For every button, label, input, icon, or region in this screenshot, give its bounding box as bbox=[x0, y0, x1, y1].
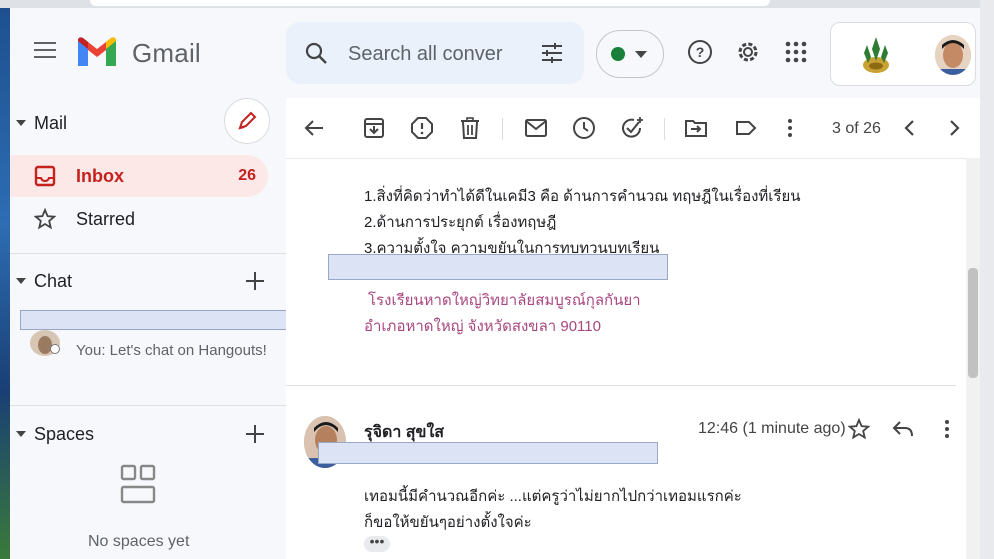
message-scrollbar[interactable] bbox=[966, 158, 980, 559]
mail-section-title: Mail bbox=[34, 113, 68, 133]
message-pager: 3 of 26 bbox=[832, 120, 881, 137]
spaces-collapse-icon[interactable] bbox=[16, 431, 26, 437]
starred-label: Starred bbox=[76, 209, 136, 229]
window-edge bbox=[980, 0, 994, 559]
nav-divider bbox=[10, 405, 286, 406]
report-spam-icon[interactable] bbox=[410, 116, 434, 140]
star-icon[interactable] bbox=[848, 418, 870, 440]
organization-logo-icon bbox=[863, 37, 889, 73]
new-space-plus-icon[interactable] bbox=[246, 425, 264, 443]
svg-text:?: ? bbox=[696, 44, 705, 60]
toolbar-divider bbox=[664, 118, 665, 140]
settings-gear-icon[interactable] bbox=[734, 38, 762, 66]
next-chevron-icon[interactable] bbox=[942, 116, 966, 140]
reply-icon[interactable] bbox=[892, 418, 914, 440]
left-navigation: Mail Inbox 26 Starred Chat You: Let's ch… bbox=[10, 98, 358, 559]
snooze-clock-icon[interactable] bbox=[572, 116, 596, 140]
reply-body-line: เทอมนี้มีคำนวณอีกค่ะ ...แต่ครูว่าไม่ยากไ… bbox=[364, 488, 742, 505]
account-area[interactable] bbox=[830, 22, 976, 86]
compose-button[interactable] bbox=[224, 98, 270, 144]
user-avatar[interactable] bbox=[935, 35, 971, 75]
gmail-header: Gmail ? bbox=[10, 8, 980, 98]
redacted-email bbox=[318, 442, 658, 464]
main-menu-icon[interactable] bbox=[34, 42, 56, 58]
search-input[interactable] bbox=[346, 38, 530, 70]
search-bar[interactable] bbox=[286, 22, 584, 84]
chat-preview-text[interactable]: You: Let's chat on Hangouts! bbox=[76, 342, 267, 359]
message-body-line: 2.ด้านการประยุกต์ เรื่องทฤษฎี bbox=[364, 214, 557, 231]
inbox-unread-count: 26 bbox=[238, 167, 256, 184]
chat-collapse-icon[interactable] bbox=[16, 278, 26, 284]
more-options-vertical-icon[interactable] bbox=[936, 418, 958, 440]
star-icon bbox=[34, 208, 56, 230]
spaces-empty-text: No spaces yet bbox=[88, 533, 190, 550]
spaces-section-title: Spaces bbox=[34, 424, 95, 444]
inbox-label: Inbox bbox=[76, 166, 124, 186]
label-tag-icon[interactable] bbox=[734, 116, 758, 140]
search-options-icon[interactable] bbox=[540, 42, 564, 64]
nav-divider bbox=[10, 253, 286, 254]
new-chat-plus-icon[interactable] bbox=[246, 272, 264, 290]
mail-collapse-icon[interactable] bbox=[16, 120, 26, 126]
spaces-empty-icon bbox=[120, 464, 156, 504]
pencil-icon bbox=[238, 111, 257, 130]
message-toolbar: 3 of 26 bbox=[286, 98, 980, 159]
gmail-logo-icon bbox=[78, 37, 116, 66]
help-icon[interactable]: ? bbox=[686, 38, 714, 66]
reply-body-line: ก็ขอให้ขยันๆอย่างตั้งใจค่ะ bbox=[364, 514, 532, 531]
sidebar-item-starred[interactable]: Starred bbox=[10, 198, 268, 240]
sidebar-item-inbox[interactable]: Inbox 26 bbox=[10, 155, 268, 197]
chevron-down-icon bbox=[635, 51, 647, 58]
previous-chevron-icon[interactable] bbox=[898, 116, 922, 140]
desktop-background bbox=[0, 0, 10, 559]
mark-unread-mail-icon[interactable] bbox=[524, 116, 548, 140]
show-trimmed-content-button[interactable]: ••• bbox=[364, 534, 390, 552]
message-divider bbox=[286, 385, 956, 386]
back-arrow-icon[interactable] bbox=[302, 116, 326, 140]
browser-tab-strip bbox=[0, 0, 994, 8]
delete-trash-icon[interactable] bbox=[458, 116, 482, 140]
message-view: 3 of 26 1.สิ่งที่คิดว่าทำได้ดีในเคมี3 คื… bbox=[286, 98, 980, 559]
search-icon[interactable] bbox=[304, 41, 328, 65]
redacted-text bbox=[328, 254, 668, 280]
signature-line: โรงเรียนหาดใหญ่วิทยาลัยสมบูรณ์กุลกันยา bbox=[368, 292, 641, 309]
more-options-vertical-icon[interactable] bbox=[778, 116, 802, 140]
google-apps-icon[interactable] bbox=[782, 38, 810, 66]
move-to-folder-icon[interactable] bbox=[684, 116, 708, 140]
toolbar-divider bbox=[502, 118, 503, 140]
status-selector[interactable] bbox=[596, 30, 664, 78]
chat-section-title: Chat bbox=[34, 271, 73, 291]
inbox-icon bbox=[34, 165, 56, 187]
offline-status-icon bbox=[50, 344, 60, 354]
message-body-line: 1.สิ่งที่คิดว่าทำได้ดีในเคมี3 คือ ด้านกา… bbox=[364, 188, 801, 205]
message-timestamp: 12:46 (1 minute ago) bbox=[698, 420, 846, 437]
archive-icon[interactable] bbox=[362, 116, 386, 140]
address-bar[interactable] bbox=[90, 0, 770, 6]
active-status-icon bbox=[611, 47, 625, 61]
app-name: Gmail bbox=[132, 38, 201, 68]
scrollbar-thumb[interactable] bbox=[968, 268, 978, 378]
add-to-tasks-icon[interactable] bbox=[620, 116, 644, 140]
signature-line: อำเภอหาดใหญ่ จังหวัดสงขลา 90110 bbox=[364, 318, 601, 335]
